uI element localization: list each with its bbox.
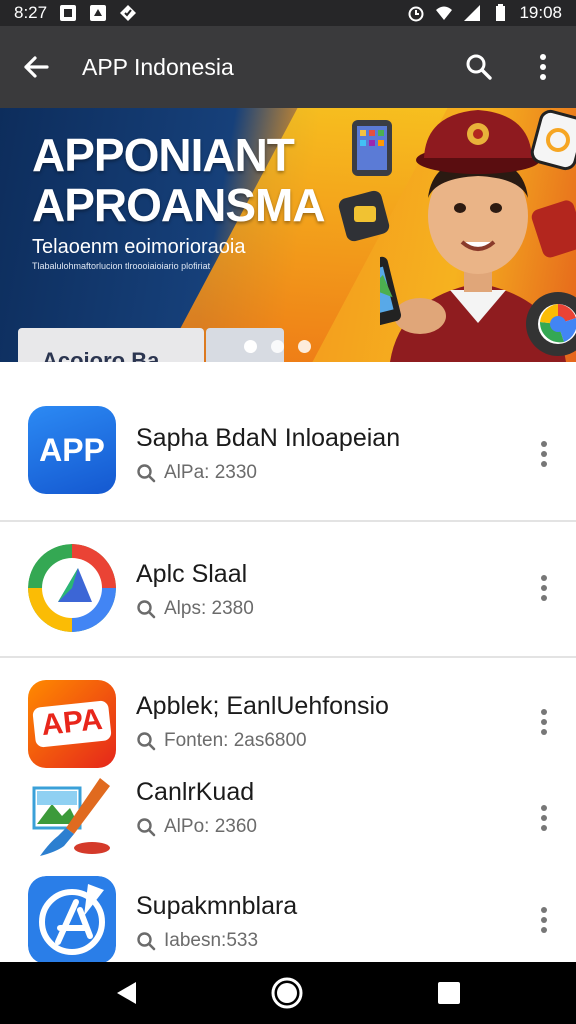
list-item[interactable]: APP Sapha BdaN Inloapeian AlPa: 2330 [0, 362, 576, 520]
app-name: Sapha BdaN Inloapeian [136, 424, 401, 452]
more-vertical-icon [540, 54, 546, 80]
notification-icon [60, 5, 77, 21]
app-name: Aplc Slaal [136, 560, 248, 588]
app-meta: Alps: 2380 [136, 598, 254, 620]
signal-icon [464, 5, 481, 21]
pagination-dot[interactable] [298, 340, 311, 353]
nav-recents-icon [438, 982, 460, 1004]
search-button[interactable] [458, 46, 500, 88]
search-icon [137, 732, 156, 751]
banner-subtitle: Telaoenm eoimorioraoia [32, 236, 246, 258]
nav-home-button[interactable] [268, 974, 306, 1012]
app-name: Apblek; EanlUehfonsio [136, 692, 389, 720]
banner-title: APPONIANT APROANSMA [32, 130, 362, 230]
app-meta-text: AlPo: 2360 [164, 816, 257, 837]
notification-icon [90, 5, 107, 21]
app-icon-label: APP [39, 432, 105, 468]
list-item[interactable]: Supakmnblara Iabesn:533 [0, 864, 576, 964]
status-clock: 19:08 [519, 3, 562, 22]
nav-recents-button[interactable] [430, 974, 468, 1012]
search-icon [137, 932, 156, 951]
mascot-illustration [380, 109, 576, 362]
search-icon [137, 818, 156, 837]
screen: 8:27 19:08 APP Indonesia APPONIANT APROA… [0, 0, 576, 1024]
search-icon [137, 464, 156, 483]
banner-title-line2: APROANSMA [32, 179, 326, 231]
more-vertical-icon [541, 907, 547, 933]
item-overflow-button[interactable] [530, 900, 558, 940]
pagination-dot[interactable] [244, 340, 257, 353]
app-meta-text: Alps: 2380 [164, 598, 254, 619]
app-meta-text: Fonten: 2as6800 [164, 730, 307, 751]
app-meta: AlPo: 2360 [136, 816, 257, 838]
wifi-icon [436, 6, 453, 20]
app-meta-text: Iabesn:533 [164, 930, 259, 951]
pagination-dot[interactable] [271, 340, 284, 353]
nav-back-icon [117, 982, 136, 1004]
banner-caption: Tlabalulohmaftorlucion tlroooiaioiario p… [32, 261, 211, 271]
app-name: Supakmnblara [136, 892, 298, 920]
play-style-icon [28, 544, 116, 632]
list-item[interactable]: APA Apblek; EanlUehfonsio Fonten: 2as680… [0, 658, 576, 768]
app-meta: Iabesn:533 [136, 930, 258, 952]
overflow-menu-button[interactable] [522, 46, 564, 88]
system-nav-bar [0, 962, 576, 1024]
app-meta-text: AlPa: 2330 [164, 462, 257, 483]
app-title: APP Indonesia [82, 53, 234, 80]
back-button[interactable] [0, 26, 72, 108]
more-vertical-icon [541, 575, 547, 601]
app-store-icon [28, 876, 116, 964]
banner-pagination [244, 340, 311, 353]
nav-back-button[interactable] [108, 974, 146, 1012]
app-meta: AlPa: 2330 [136, 462, 257, 484]
battery-icon [496, 4, 506, 21]
more-vertical-icon [541, 805, 547, 831]
item-overflow-button[interactable] [530, 568, 558, 608]
arrow-left-icon [24, 56, 49, 78]
status-bar: 8:27 19:08 [0, 0, 576, 26]
status-time-left: 8:27 [14, 3, 48, 22]
promo-banner[interactable]: APPONIANT APROANSMA Telaoenm eoimoriorao… [0, 108, 576, 362]
search-icon [137, 600, 156, 619]
app-list: APP Sapha BdaN Inloapeian AlPa: 2330 Apl… [0, 362, 576, 964]
more-vertical-icon [541, 441, 547, 467]
nav-home-icon [271, 977, 303, 1009]
search-icon [466, 54, 492, 80]
app-name: CanlrKuad [136, 778, 255, 806]
alarm-icon [408, 6, 424, 22]
item-overflow-button[interactable] [530, 798, 558, 838]
list-item[interactable]: Aplc Slaal Alps: 2380 [0, 522, 576, 656]
item-overflow-button[interactable] [530, 434, 558, 474]
banner-title-line1: APPONIANT [32, 129, 295, 181]
more-vertical-icon [541, 709, 547, 735]
app-tile-icon: APP [28, 406, 116, 494]
banner-card[interactable]: Acoioro Ba [18, 328, 204, 362]
app-bar: APP Indonesia [0, 26, 576, 108]
item-overflow-button[interactable] [530, 702, 558, 742]
app-meta: Fonten: 2as6800 [136, 730, 307, 752]
paint-brush-icon [32, 778, 110, 856]
list-item[interactable]: CanlrKuad AlPo: 2360 [0, 764, 576, 864]
notification-icon [120, 5, 137, 21]
apa-tile-icon: APA [28, 680, 116, 768]
